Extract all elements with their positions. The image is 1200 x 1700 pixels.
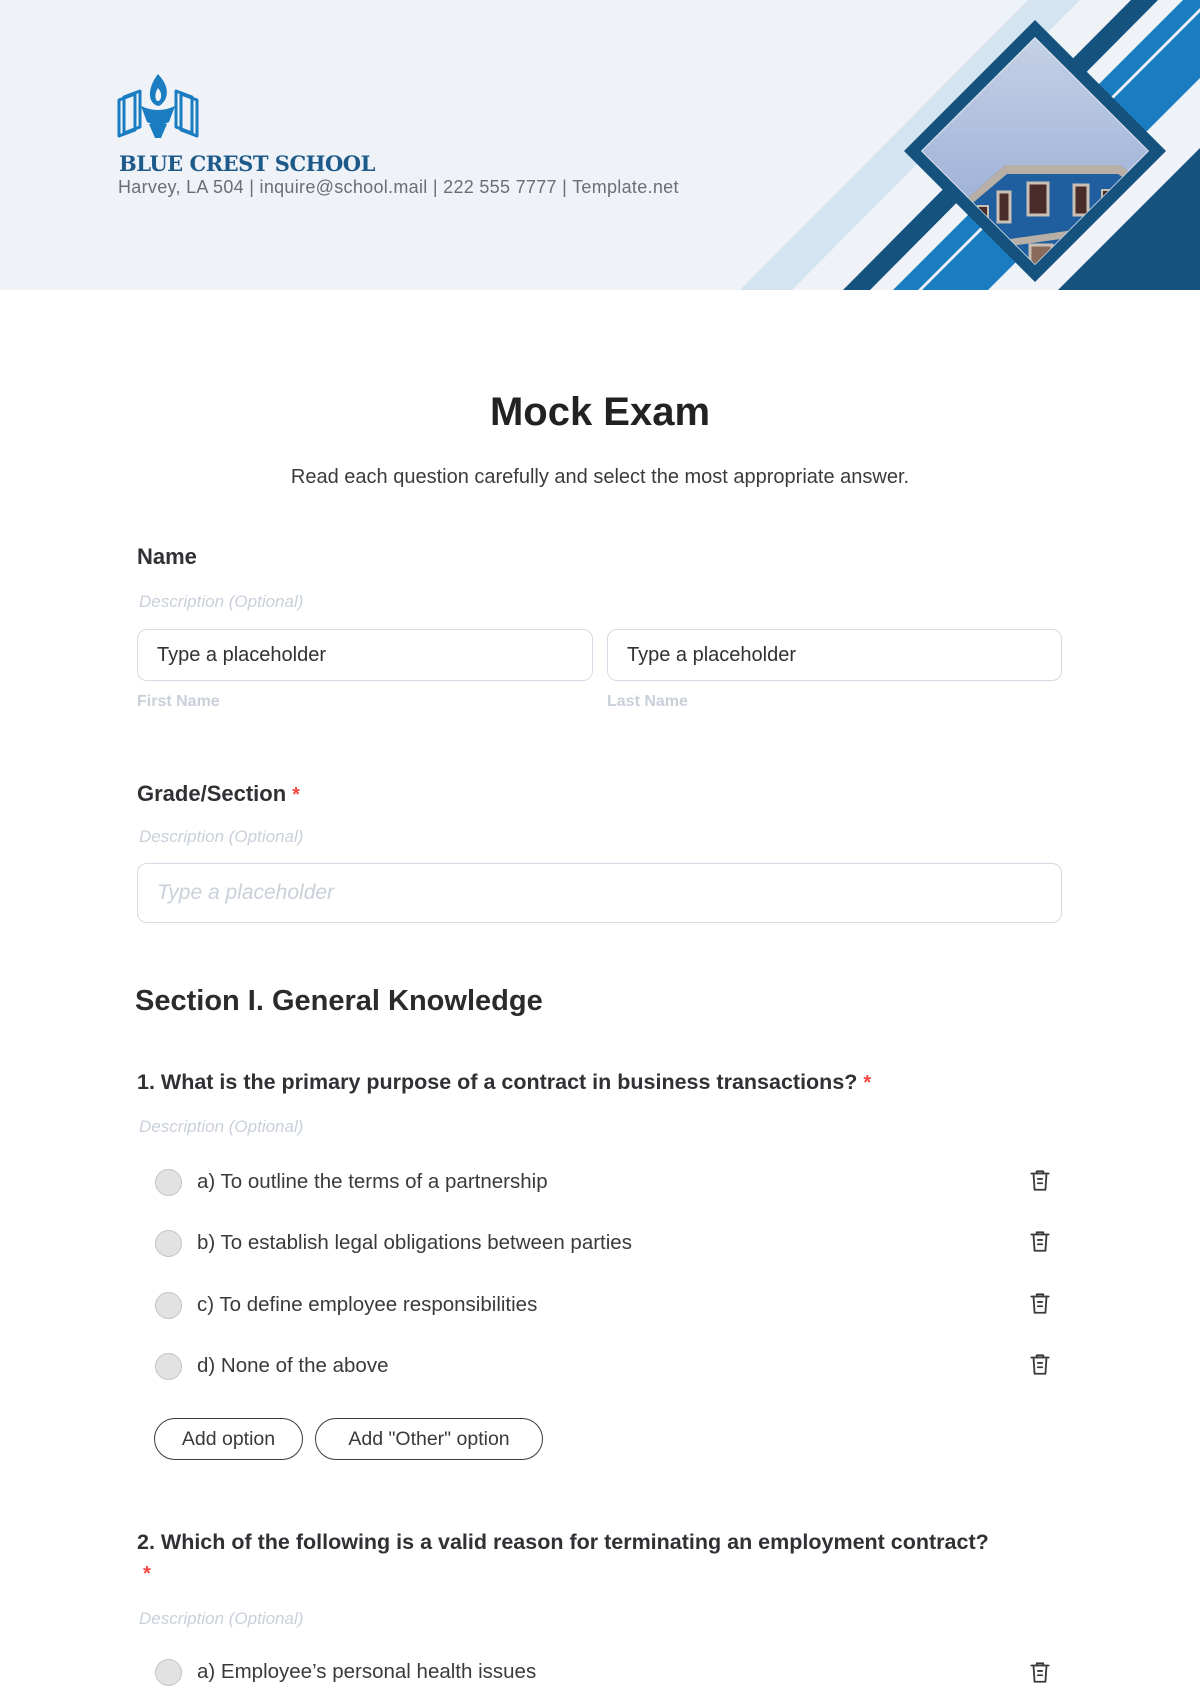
question-1-option-c[interactable]: c) To define employee responsibilities [155,1287,1055,1323]
name-field-description: Description (Optional) [139,592,304,611]
option-label: a) Employee’s personal health issues [197,1660,537,1683]
question-1-option-d[interactable]: d) None of the above [155,1348,1055,1384]
radio-button[interactable] [155,1658,182,1686]
option-label: a) To outline the terms of a partnership [197,1170,548,1193]
trash-icon[interactable] [1027,1228,1053,1254]
first-name-value: Type a placeholder [157,643,327,666]
trash-icon[interactable] [1027,1290,1053,1316]
grade-section-placeholder: Type a placeholder [157,881,335,904]
trash-icon[interactable] [1027,1659,1053,1685]
question-2-option-a[interactable]: a) Employee’s personal health issues [155,1654,1055,1690]
school-name: BLUE CREST SCHOOL [119,151,375,176]
grade-section-input[interactable]: Type a placeholder [137,863,1062,923]
required-asterisk: * [292,784,300,806]
add-option-button[interactable]: Add option [154,1418,303,1460]
question-1-description: Description (Optional) [139,1117,304,1136]
first-name-input[interactable]: Type a placeholder [137,629,593,681]
last-name-value: Type a placeholder [627,643,797,666]
grade-section-label-text: Grade/Section [137,781,287,806]
radio-button[interactable] [155,1229,182,1257]
question-2-text: 2. Which of the following is a valid rea… [137,1530,989,1554]
question-2-description: Description (Optional) [139,1609,304,1628]
question-1-title: 1. What is the primary purpose of a cont… [137,1067,997,1099]
trash-icon[interactable] [1027,1351,1053,1377]
add-other-option-button[interactable]: Add "Other" option [315,1418,543,1460]
first-name-sublabel: First Name [137,693,220,710]
section-heading: Section I. General Knowledge [135,985,543,1017]
option-label: d) None of the above [197,1354,389,1377]
banner-decoration [740,0,1200,290]
trash-icon[interactable] [1027,1167,1053,1193]
form-subtitle: Read each question carefully and select … [290,466,910,488]
required-asterisk: * [143,1563,151,1585]
last-name-input[interactable]: Type a placeholder [607,629,1062,681]
grade-section-description: Description (Optional) [139,827,304,846]
question-1-option-a[interactable]: a) To outline the terms of a partnership [155,1164,1055,1200]
option-label: b) To establish legal obligations betwee… [197,1231,632,1254]
grade-section-label: Grade/Section * [137,781,300,807]
question-1-text: 1. What is the primary purpose of a cont… [137,1070,858,1094]
school-contact-line: Harvey, LA 504 | inquire@school.mail | 2… [118,177,679,197]
last-name-sublabel: Last Name [607,693,688,710]
question-2-title: 2. Which of the following is a valid rea… [137,1527,997,1590]
letterhead-banner: BLUE CREST SCHOOL Harvey, LA 504 | inqui… [0,0,1200,290]
question-1-option-b[interactable]: b) To establish legal obligations betwee… [155,1225,1055,1261]
radio-button[interactable] [155,1352,182,1380]
school-logo-icon [117,74,199,138]
option-label: c) To define employee responsibilities [197,1293,538,1316]
name-field-label: Name [137,544,197,569]
radio-button[interactable] [155,1291,182,1319]
form-title: Mock Exam [489,390,711,434]
required-asterisk: * [863,1072,872,1094]
radio-button[interactable] [155,1168,182,1196]
